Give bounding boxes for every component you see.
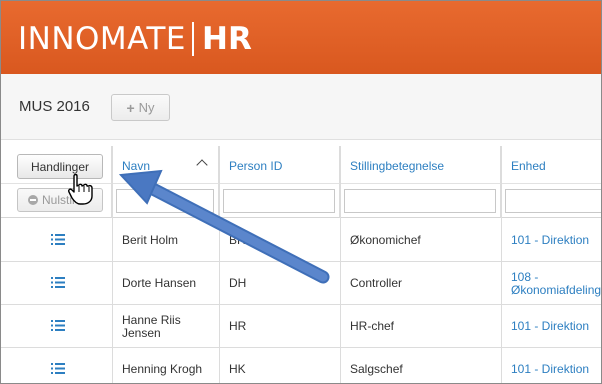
plus-icon: +: [126, 99, 135, 116]
cell-navn: Henning Krogh: [122, 362, 203, 376]
actions-header: Handlinger: [1, 146, 112, 184]
filter-cell-stilling: [340, 184, 501, 218]
reset-filters-label: Nulstil: [42, 193, 75, 207]
column-divider: [112, 146, 113, 383]
cell-person-id: BH: [229, 233, 246, 247]
column-header-navn[interactable]: Navn: [112, 146, 219, 184]
reset-icon: [28, 195, 38, 205]
toolbar: MUS 2016 + Ny: [1, 74, 601, 140]
brand-header: INNOMATE HR: [1, 1, 601, 74]
column-header-label: Enhed: [511, 159, 546, 173]
logo: INNOMATE HR: [18, 21, 252, 57]
column-header-label: Navn: [122, 159, 151, 173]
list-icon[interactable]: [51, 320, 65, 331]
new-button-label: Ny: [138, 100, 155, 115]
filter-input-navn[interactable]: [116, 189, 214, 213]
filter-input-stilling[interactable]: [344, 189, 496, 213]
column-header-person-id[interactable]: Person ID: [219, 146, 340, 184]
column-divider: [501, 146, 502, 383]
app-window: INNOMATE HR MUS 2016 + Ny Handlinger Nav…: [0, 0, 602, 384]
column-divider: [340, 146, 341, 383]
table-row[interactable]: Henning Krogh HK Salgschef 101 - Direkti…: [1, 348, 601, 383]
actions-button[interactable]: Handlinger: [17, 154, 103, 179]
table-row[interactable]: Hanne Riis Jensen HR HR-chef 101 - Direk…: [1, 305, 601, 348]
list-icon[interactable]: [51, 363, 65, 374]
column-header-label: Person ID: [229, 159, 283, 173]
new-button[interactable]: + Ny: [111, 94, 170, 121]
sort-ascending-icon: [196, 159, 208, 171]
cell-person-id: HK: [229, 362, 246, 376]
cell-enhed-link[interactable]: 101 - Direktion: [501, 348, 601, 383]
cell-person-id: HR: [229, 319, 247, 333]
reset-filters-button[interactable]: Nulstil: [17, 188, 103, 212]
cell-enhed-link[interactable]: 108 - Økonomiafdeling: [501, 262, 601, 305]
cell-stilling: Controller: [350, 276, 403, 290]
cell-stilling: Økonomichef: [350, 233, 421, 247]
filter-cell-person-id: [219, 184, 340, 218]
column-header-stilling[interactable]: Stillingbetegnelse: [340, 146, 501, 184]
cell-navn: Berit Holm: [122, 233, 179, 247]
page-title: MUS 2016: [19, 98, 90, 115]
column-divider: [219, 146, 220, 383]
column-header-enhed[interactable]: Enhed: [501, 146, 601, 184]
list-icon[interactable]: [51, 277, 65, 288]
list-icon[interactable]: [51, 234, 65, 245]
logo-module: HR: [202, 21, 252, 57]
filter-input-enhed[interactable]: [505, 189, 601, 213]
cell-enhed-link[interactable]: 101 - Direktion: [501, 219, 601, 262]
table-row[interactable]: Dorte Hansen DH Controller 108 - Økonomi…: [1, 262, 601, 305]
cell-navn: Dorte Hansen: [122, 276, 197, 290]
logo-divider: [192, 22, 194, 56]
table-row[interactable]: Berit Holm BH Økonomichef 101 - Direktio…: [1, 219, 601, 262]
logo-name: INNOMATE: [18, 21, 186, 57]
cell-person-id: DH: [229, 276, 247, 290]
cell-navn: Hanne Riis Jensen: [122, 312, 181, 340]
filter-input-person-id[interactable]: [223, 189, 335, 213]
cell-enhed-link[interactable]: 101 - Direktion: [501, 305, 601, 348]
column-header-label: Stillingbetegnelse: [350, 159, 445, 173]
filter-cell-enhed: [501, 184, 601, 218]
filter-cell-navn: [112, 184, 219, 218]
cell-stilling: Salgschef: [350, 362, 403, 376]
cell-stilling: HR-chef: [350, 319, 395, 333]
